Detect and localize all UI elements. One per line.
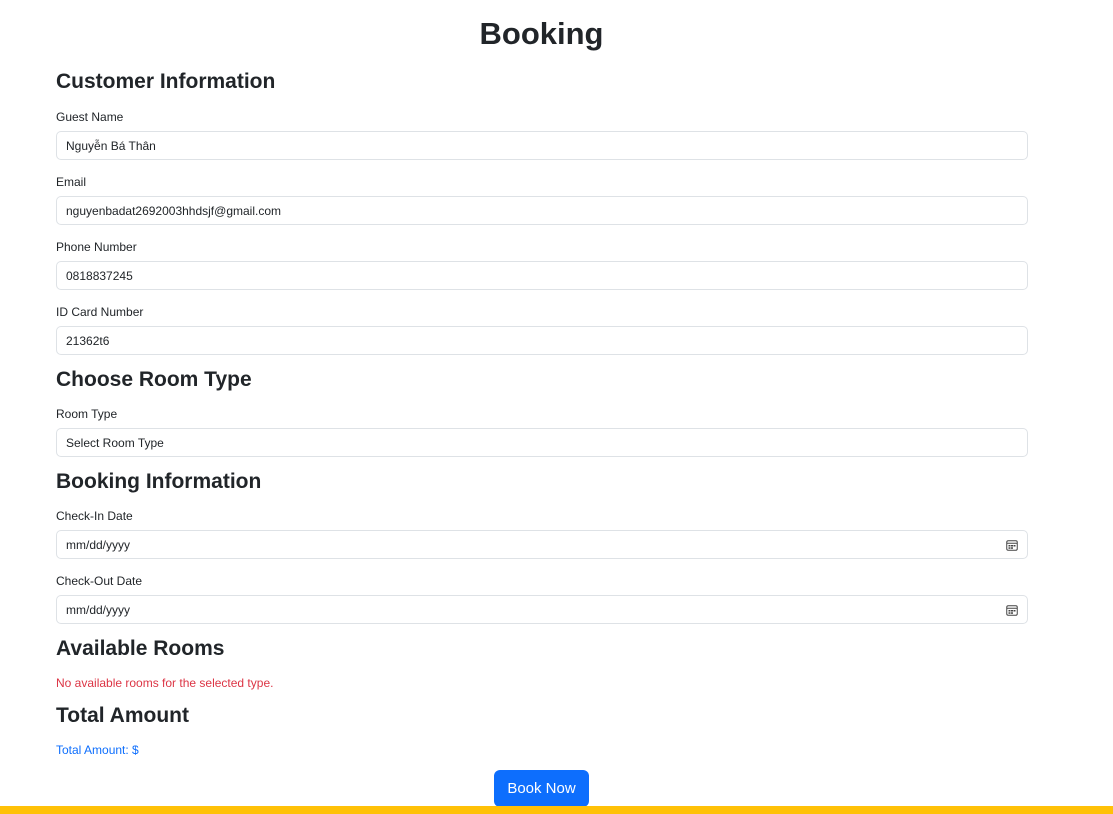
check-in-placeholder: mm/dd/yyyy bbox=[66, 537, 131, 552]
id-card-label: ID Card Number bbox=[56, 305, 144, 319]
check-out-label: Check-Out Date bbox=[56, 574, 143, 588]
room-type-selected: Select Room Type bbox=[66, 435, 164, 450]
footer-bar bbox=[0, 806, 1113, 814]
email-input[interactable]: nguyenbadat2692003hhdsjf@gmail.com bbox=[56, 196, 1028, 225]
check-in-date-input[interactable]: mm/dd/yyyy bbox=[56, 530, 1028, 559]
available-rooms-heading: Available Rooms bbox=[56, 637, 225, 660]
phone-input[interactable]: 0818837245 bbox=[56, 261, 1028, 290]
room-type-select[interactable]: Select Room Type bbox=[56, 428, 1028, 457]
calendar-icon[interactable] bbox=[1006, 604, 1018, 616]
phone-label: Phone Number bbox=[56, 240, 137, 254]
id-card-value: 21362t6 bbox=[66, 333, 110, 348]
room-type-label: Room Type bbox=[56, 407, 118, 421]
customer-info-heading: Customer Information bbox=[56, 70, 276, 93]
page-title: Booking bbox=[479, 16, 604, 51]
check-out-date-input[interactable]: mm/dd/yyyy bbox=[56, 595, 1028, 624]
total-amount-heading: Total Amount bbox=[56, 704, 189, 727]
no-rooms-message: No available rooms for the selected type… bbox=[56, 676, 274, 690]
room-type-heading: Choose Room Type bbox=[56, 368, 252, 391]
guest-name-label: Guest Name bbox=[56, 110, 124, 124]
total-amount-text: Total Amount: $ bbox=[56, 743, 139, 757]
email-label: Email bbox=[56, 175, 87, 189]
guest-name-input[interactable]: Nguyễn Bá Thân bbox=[56, 131, 1028, 160]
email-value: nguyenbadat2692003hhdsjf@gmail.com bbox=[66, 203, 281, 218]
id-card-input[interactable]: 21362t6 bbox=[56, 326, 1028, 355]
guest-name-value: Nguyễn Bá Thân bbox=[66, 138, 156, 153]
check-in-label: Check-In Date bbox=[56, 509, 133, 523]
phone-value: 0818837245 bbox=[66, 268, 133, 283]
booking-info-heading: Booking Information bbox=[56, 470, 262, 493]
book-now-button[interactable]: Book Now bbox=[494, 770, 589, 807]
check-out-placeholder: mm/dd/yyyy bbox=[66, 602, 131, 617]
calendar-icon[interactable] bbox=[1006, 539, 1018, 551]
booking-page: Booking Customer Information Guest Name … bbox=[0, 0, 1113, 814]
